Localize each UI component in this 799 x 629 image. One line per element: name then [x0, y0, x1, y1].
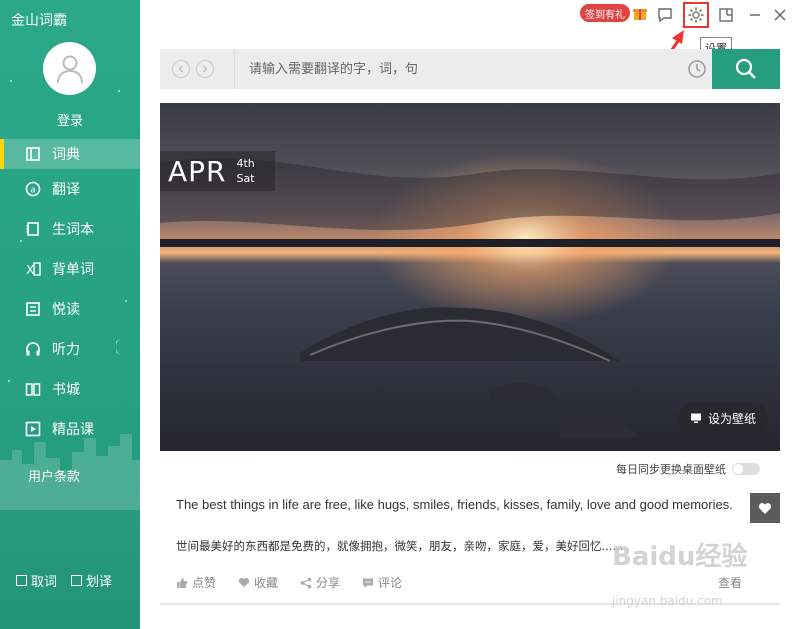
sidebar-item-label: 词典 [52, 147, 80, 163]
app-title: 金山词霸 [11, 13, 67, 29]
daily-photo: APR 4th Sat 设为壁纸 [160, 103, 780, 451]
minimize-icon [750, 14, 760, 16]
search-bar [160, 49, 780, 89]
share-label: 分享 [316, 576, 341, 590]
sidebar-item-label: 翻译 [52, 182, 80, 198]
share-button[interactable]: 分享 [300, 574, 340, 591]
sidebar-item-label: 生词本 [52, 222, 94, 238]
window-icon [719, 8, 733, 22]
sidebar-item-reading[interactable]: 悦读 [0, 289, 140, 329]
favorite-label: 收藏 [254, 576, 279, 590]
clock-icon [688, 60, 706, 78]
moon-icon [116, 339, 122, 355]
sync-toggle[interactable] [732, 463, 760, 475]
select-translate-checkbox[interactable]: 划译 [71, 571, 112, 590]
book-icon [24, 380, 42, 398]
favorite-button[interactable]: 收藏 [238, 574, 278, 591]
date-month: APR [168, 154, 227, 188]
settings-button[interactable] [683, 2, 709, 28]
history-nav [160, 49, 235, 89]
gear-icon [688, 7, 704, 23]
date-weekday: Sat [236, 172, 255, 185]
history-button[interactable] [682, 59, 712, 79]
date-badge: APR 4th Sat [160, 151, 275, 191]
login-link[interactable]: 登录 [0, 110, 140, 129]
forward-button[interactable] [196, 60, 214, 78]
search-button[interactable] [712, 49, 780, 89]
decor-star [10, 80, 12, 82]
daily-card: APR 4th Sat 设为壁纸 每日同步更换桌面壁纸 The best thi… [160, 103, 780, 605]
sync-label: 每日同步更换桌面壁纸 [616, 463, 726, 476]
checkbox-label: 划译 [86, 575, 113, 590]
sidebar-item-memorize[interactable]: X 背单词 [0, 249, 140, 289]
sidebar-item-label: 悦读 [52, 302, 80, 318]
reading-icon [24, 300, 42, 318]
sidebar-item-label: 书城 [52, 382, 80, 398]
wallpaper-sync-row: 每日同步更换桌面壁纸 [616, 461, 760, 477]
thumb-up-icon [177, 577, 188, 588]
checkbox-label: 取词 [31, 575, 58, 590]
translate-icon: a [24, 180, 42, 198]
gift-icon[interactable] [632, 5, 648, 21]
decor-star [118, 90, 120, 92]
search-input[interactable] [235, 49, 682, 89]
search-icon [735, 58, 756, 79]
checkbox-box [16, 575, 27, 586]
comment-icon [363, 578, 374, 588]
dictionary-icon [24, 145, 42, 163]
comment-label: 评论 [378, 576, 403, 590]
sign-in-badge[interactable]: 签到有礼 [580, 4, 630, 22]
svg-text:X: X [26, 263, 34, 277]
sidebar-item-wordbook[interactable]: 生词本 [0, 209, 140, 249]
sidebar-item-translate[interactable]: a 翻译 [0, 169, 140, 209]
card-actions: 点赞 收藏 分享 评论 [176, 574, 402, 591]
svg-text:a: a [30, 186, 36, 196]
comment-button[interactable]: 评论 [362, 574, 402, 591]
feedback-button[interactable] [654, 4, 676, 26]
bottom-options: 取词 划译 [16, 571, 112, 590]
close-button[interactable] [769, 4, 791, 26]
monitor-icon [690, 413, 701, 423]
headphones-icon [24, 340, 42, 358]
copy-word-checkbox[interactable]: 取词 [16, 571, 57, 590]
set-wallpaper-label: 设为壁纸 [707, 411, 756, 426]
heart-outline-icon [238, 577, 250, 588]
minimize-button[interactable] [744, 4, 766, 26]
date-day-weekday: 4th Sat [237, 156, 255, 186]
set-wallpaper-button[interactable]: 设为壁纸 [677, 403, 768, 433]
sidebar-item-dictionary[interactable]: 词典 [0, 139, 140, 169]
sidebar-item-bookstore[interactable]: 书城 [0, 369, 140, 409]
like-heart-button[interactable] [750, 493, 780, 523]
chevron-left-icon [178, 65, 183, 73]
date-day: 4th [236, 157, 255, 170]
heart-icon [758, 502, 772, 514]
close-icon [774, 9, 786, 21]
checkbox-box [71, 575, 83, 586]
wordbook-icon [24, 220, 42, 238]
baidu-watermark-url: jingyan.baidu.com [612, 594, 723, 608]
user-icon [56, 55, 83, 83]
avatar[interactable] [43, 42, 96, 95]
quote-chinese: 世间最美好的东西都是免费的，就像拥抱，微笑，朋友，亲吻，家庭，爱，美好回忆...… [176, 539, 624, 553]
chat-icon [658, 8, 672, 23]
share-icon [300, 577, 312, 588]
mini-mode-button[interactable] [715, 4, 737, 26]
terms-link[interactable]: 用户条款 [28, 466, 80, 485]
baidu-watermark: Baidu经验 [612, 542, 748, 572]
like-label: 点赞 [192, 576, 217, 590]
memorize-icon: X [24, 260, 42, 278]
sidebar: 金山词霸 登录 词典 a 翻译 生词本 X 背单词 悦读 听力 书城 精品课 用… [0, 0, 140, 629]
back-button[interactable] [172, 60, 190, 78]
like-button[interactable]: 点赞 [176, 574, 216, 591]
quote-english: The best things in life are free, like h… [176, 497, 733, 512]
sidebar-nav: 词典 a 翻译 生词本 X 背单词 悦读 听力 书城 精品课 [0, 139, 140, 449]
sidebar-item-label: 背单词 [52, 262, 94, 278]
sidebar-item-label: 听力 [52, 342, 80, 358]
more-link[interactable]: 查看 [718, 574, 742, 591]
chevron-right-icon [203, 65, 208, 73]
